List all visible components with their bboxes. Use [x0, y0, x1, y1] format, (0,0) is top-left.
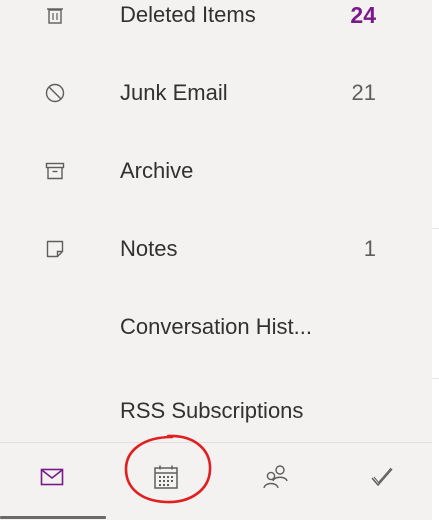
- block-icon: [44, 82, 66, 104]
- check-icon: [371, 467, 393, 487]
- divider: [432, 378, 439, 379]
- module-switcher: [0, 442, 432, 520]
- folder-label: Archive: [120, 158, 194, 183]
- nav-people-button[interactable]: [236, 442, 316, 512]
- folder-label: RSS Subscriptions: [120, 398, 304, 423]
- folder-label: Deleted Items: [120, 2, 256, 27]
- unread-count: 21: [351, 80, 376, 105]
- active-tab-indicator: [0, 516, 106, 519]
- folder-conversation-history[interactable]: Conversation Hist...: [0, 294, 432, 360]
- folder-rss-subscriptions[interactable]: RSS Subscriptions: [0, 378, 432, 444]
- folder-deleted-items[interactable]: Deleted Items 24: [0, 0, 432, 48]
- note-icon: [44, 238, 66, 260]
- folder-junk-email[interactable]: Junk Email 21: [0, 60, 432, 126]
- folder-archive[interactable]: Archive: [0, 138, 432, 204]
- calendar-icon: [154, 465, 178, 489]
- folder-pane: Deleted Items 24 Junk Email 21 Archive N…: [0, 0, 432, 520]
- nav-mail-button[interactable]: [12, 442, 92, 512]
- unread-count: 24: [350, 2, 376, 28]
- nav-tasks-button[interactable]: [342, 442, 422, 512]
- folder-notes[interactable]: Notes 1: [0, 216, 432, 282]
- archive-icon: [44, 160, 66, 182]
- unread-count: 1: [363, 236, 376, 261]
- people-icon: [263, 465, 288, 489]
- folder-list: Deleted Items 24 Junk Email 21 Archive N…: [0, 0, 432, 442]
- folder-label: Notes: [120, 236, 178, 261]
- folder-label: Junk Email: [120, 80, 228, 105]
- folder-label: Conversation Hist...: [120, 314, 312, 339]
- nav-calendar-button[interactable]: [126, 442, 206, 512]
- divider: [432, 228, 439, 229]
- right-gutter: [432, 0, 439, 520]
- mail-icon: [40, 468, 64, 486]
- trash-icon: [44, 4, 66, 26]
